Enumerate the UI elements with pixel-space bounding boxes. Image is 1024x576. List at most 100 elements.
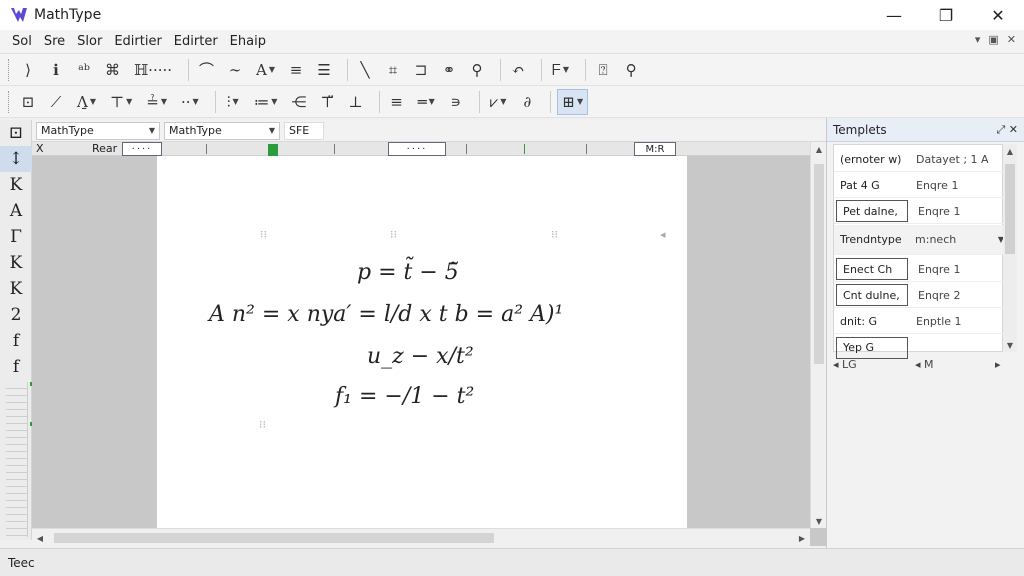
scroll-up-icon[interactable]: ▲	[1003, 144, 1017, 158]
templates-mid[interactable]: ◂ M	[915, 358, 975, 371]
spaces-button[interactable]: ᵃᵇ	[73, 57, 95, 83]
size-select[interactable]: MathType ▼	[164, 121, 280, 140]
ruler-marker[interactable]	[268, 144, 278, 156]
search-icon[interactable]: ⚲	[466, 57, 488, 83]
size-select-value: MathType	[169, 124, 222, 137]
help-icon[interactable]: ⍰	[592, 57, 614, 83]
logic-symbols-button[interactable]: ∼	[224, 57, 246, 83]
perp-template-button[interactable]: ⊥	[344, 89, 366, 115]
matrix-template-button[interactable]: ≡	[386, 89, 408, 115]
templates-next[interactable]: ▸	[995, 358, 1001, 371]
template-row[interactable]: Trendntype m:nech ▼	[834, 225, 1004, 255]
partial-template-button[interactable]: ∂	[516, 89, 538, 115]
chevron-down-icon[interactable]: ▾	[975, 33, 981, 46]
maximize-button[interactable]: ❐	[920, 0, 972, 30]
equation-editor[interactable]: ⁝⁝ ⁝⁝ ⁝⁝ ◂ p = t̃ − 5̃ A n² = x nya′ = l…	[157, 156, 687, 528]
embellishment-button[interactable]: ⌘	[101, 57, 124, 83]
template-row[interactable]: dnit: G Enptle 1	[834, 309, 1004, 334]
double-line-button[interactable]: ═ ▼	[414, 89, 439, 115]
close-button[interactable]: ✕	[972, 0, 1024, 30]
menu-item[interactable]: Edirtier	[108, 34, 167, 49]
bar-template-button[interactable]: Λ̱ ▼	[73, 89, 100, 115]
dots-template-button[interactable]: ·· ▼	[177, 89, 203, 115]
palette-item[interactable]: K	[0, 276, 32, 302]
palette-item[interactable]: 2	[0, 302, 32, 328]
scroll-thumb[interactable]	[814, 164, 824, 364]
align-button[interactable]: ≡	[285, 57, 307, 83]
palette-item[interactable]: K	[0, 172, 32, 198]
scroll-down-icon[interactable]: ▼	[811, 514, 827, 528]
operator-symbols-button[interactable]: ℍ·····	[130, 57, 176, 83]
logic-template-button[interactable]: ⩗ ▼	[486, 89, 511, 115]
text-style-button[interactable]: A ▼	[252, 57, 279, 83]
vertical-scrollbar[interactable]: ▲ ▼	[810, 142, 826, 528]
templates-prev[interactable]: ◂ LG	[833, 358, 903, 371]
horizontal-scrollbar[interactable]: ◀ ▶	[32, 528, 810, 546]
equation-line[interactable]: A n² = x nya′ = l/d x t b = a² A)¹	[209, 302, 563, 327]
template-row[interactable]: Pat 4 G Enqre 1	[834, 173, 1004, 198]
template-row[interactable]: (ernoter w) Datayet ; 1 A	[834, 147, 1004, 172]
equation-line[interactable]: f₁ = −/1 − t²	[335, 384, 474, 409]
template-row[interactable]: Cnt dulne, Enqre 2	[834, 283, 1004, 308]
style-field[interactable]: SFE	[284, 121, 324, 140]
palette-item[interactable]: f	[0, 354, 32, 380]
minimize-button[interactable]: —	[868, 0, 920, 30]
menu-item[interactable]: Ehaip	[224, 34, 272, 49]
toolbar-grip[interactable]	[8, 58, 11, 81]
equation-line[interactable]: u_z − x/t²	[367, 344, 474, 369]
zoom-icon[interactable]: ⚲	[620, 57, 642, 83]
relation-symbols-button[interactable]: ⟩	[17, 57, 39, 83]
menu-item[interactable]: Sol	[6, 34, 38, 49]
palette-item[interactable]: Γ	[0, 224, 32, 250]
layout-template-button[interactable]: ⊞ ▼	[557, 88, 589, 115]
info-symbols-button[interactable]: ℹ	[45, 57, 67, 83]
palette-item[interactable]: ↕	[0, 146, 32, 172]
vdots-template-button[interactable]: ⫶ ▼	[222, 89, 244, 115]
ruler-marker[interactable]	[524, 144, 525, 154]
restore-icon[interactable]: ▣	[988, 33, 998, 46]
slash-template-button[interactable]: ⟋	[45, 89, 67, 115]
link-icon[interactable]: ⚭	[438, 57, 460, 83]
contains-template-button[interactable]: ∍	[445, 89, 467, 115]
palette-item[interactable]: ⊡	[0, 120, 32, 146]
scroll-right-icon[interactable]: ▶	[794, 529, 810, 547]
list-button[interactable]: ☰	[313, 57, 335, 83]
toolbar-grip[interactable]	[8, 90, 11, 113]
menu-item[interactable]: Sre	[38, 34, 71, 49]
tab-stop-box[interactable]: ····	[388, 142, 446, 156]
menu-item[interactable]: Slor	[71, 34, 108, 49]
arrow-symbols-button[interactable]: ⌒	[195, 57, 218, 83]
box-template-button[interactable]: ⊡	[17, 89, 39, 115]
stack-template-button[interactable]: ⊤̈	[316, 89, 338, 115]
tab-stop-box[interactable]: ····	[122, 142, 162, 156]
scroll-up-icon[interactable]: ▲	[811, 142, 827, 156]
menu-item[interactable]: Edirter	[168, 34, 224, 49]
font-select[interactable]: MathType ▼	[36, 121, 160, 140]
palette-item[interactable]: f	[0, 328, 32, 354]
line-tool-button[interactable]: ╲	[354, 57, 376, 83]
pin-icon[interactable]: ⤢	[996, 123, 1005, 136]
undo-icon[interactable]: ↶	[507, 57, 529, 83]
templates-scrollbar[interactable]: ▲ ▼	[1003, 144, 1017, 352]
tee-template-button[interactable]: ⊤ ▼	[106, 89, 136, 115]
scroll-thumb[interactable]	[1005, 164, 1015, 254]
template-row[interactable]: Pet dalne, Enqre 1	[834, 199, 1004, 224]
ruler-right-box[interactable]: M:R	[634, 142, 676, 156]
set-template-button[interactable]: ⋲	[287, 89, 310, 115]
assign-template-button[interactable]: ≔ ▼	[250, 89, 282, 115]
template-row[interactable]: Enect Ch Enqre 1	[834, 257, 1004, 282]
bracket-tool-button[interactable]: ⊐	[410, 57, 432, 83]
scroll-thumb[interactable]	[54, 533, 494, 543]
palette-item[interactable]: K	[0, 250, 32, 276]
grid-tool-button[interactable]: ⌗	[382, 57, 404, 83]
chevron-down-icon: ▼	[268, 126, 275, 135]
equation-line[interactable]: p = t̃ − 5̃	[357, 260, 459, 285]
template-button[interactable]: ᖴ ▼	[548, 57, 573, 83]
close-icon[interactable]: ✕	[1009, 123, 1018, 136]
scroll-down-icon[interactable]: ▼	[1003, 338, 1017, 352]
close-icon[interactable]: ✕	[1007, 33, 1016, 46]
toolbar-separator	[347, 58, 349, 81]
palette-item[interactable]: A	[0, 198, 32, 224]
equals-template-button[interactable]: ≟ ▼	[142, 89, 171, 115]
scroll-left-icon[interactable]: ◀	[32, 529, 48, 547]
